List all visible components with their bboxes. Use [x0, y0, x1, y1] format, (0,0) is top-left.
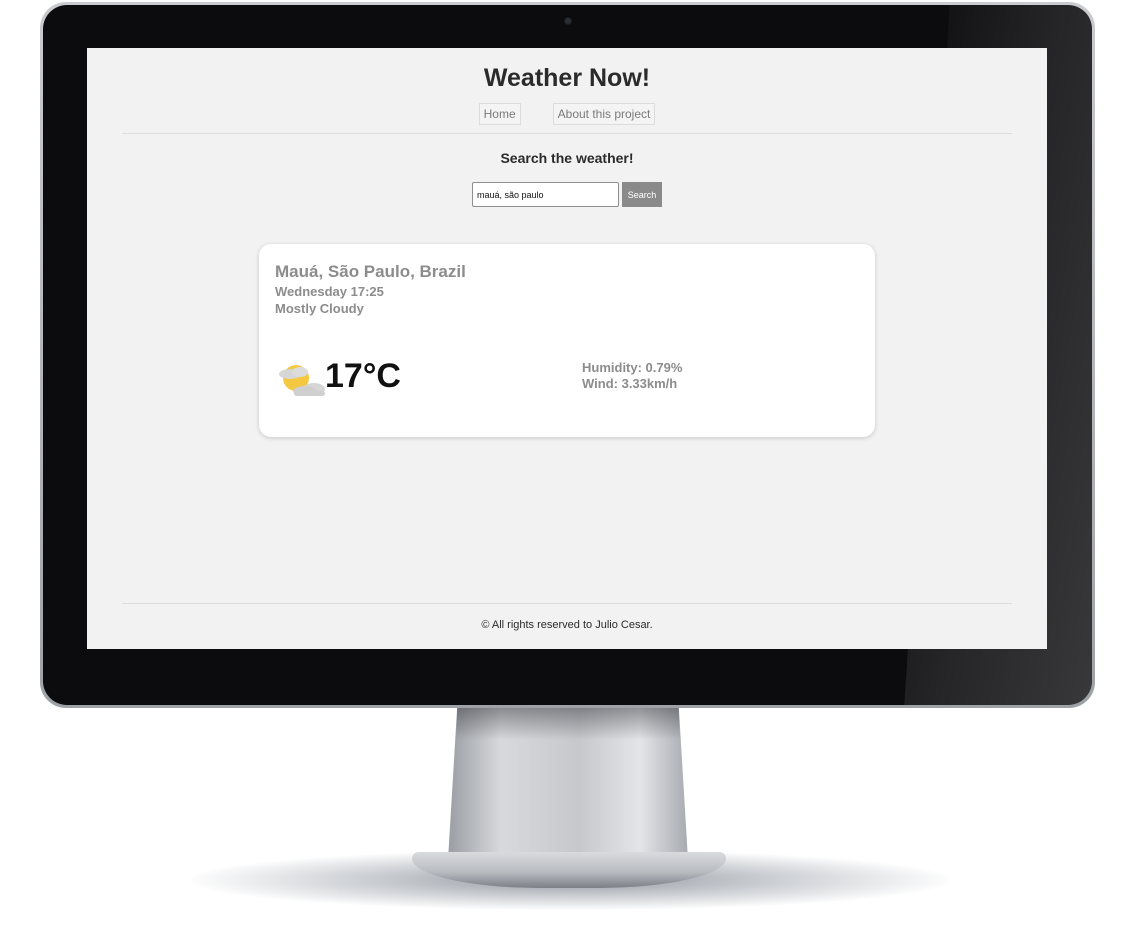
main-nav: Home About this project: [87, 103, 1047, 125]
device-mockup: Weather Now! Home About this project Sea…: [0, 0, 1135, 927]
camera-icon: [565, 18, 571, 24]
temperature: 17°C: [325, 357, 401, 395]
nav-about-link[interactable]: About this project: [552, 103, 656, 125]
search-form: Search: [472, 182, 662, 207]
search-heading: Search the weather!: [500, 150, 634, 166]
weather-datetime: Wednesday 17:25: [275, 284, 384, 299]
humidity: Humidity: 0.79%: [582, 360, 683, 375]
location-name: Mauá, São Paulo, Brazil: [275, 262, 466, 281]
footer-divider: [122, 603, 1012, 604]
browser-viewport: Weather Now! Home About this project Sea…: [87, 48, 1047, 649]
partly-cloudy-icon: [279, 365, 325, 396]
wind-speed: Wind: 3.33km/h: [582, 376, 678, 391]
search-button[interactable]: Search: [622, 182, 662, 207]
site-title: Weather Now!: [483, 64, 651, 92]
weather-condition: Mostly Cloudy: [275, 301, 364, 316]
footer-copyright: © All rights reserved to Julio Cesar.: [481, 619, 653, 631]
header-divider: [122, 133, 1012, 134]
nav-home-link[interactable]: Home: [478, 103, 521, 125]
search-input[interactable]: [472, 182, 619, 207]
weather-card: Mauá, São Paulo, Brazil Wednesday 17:25 …: [259, 244, 875, 437]
